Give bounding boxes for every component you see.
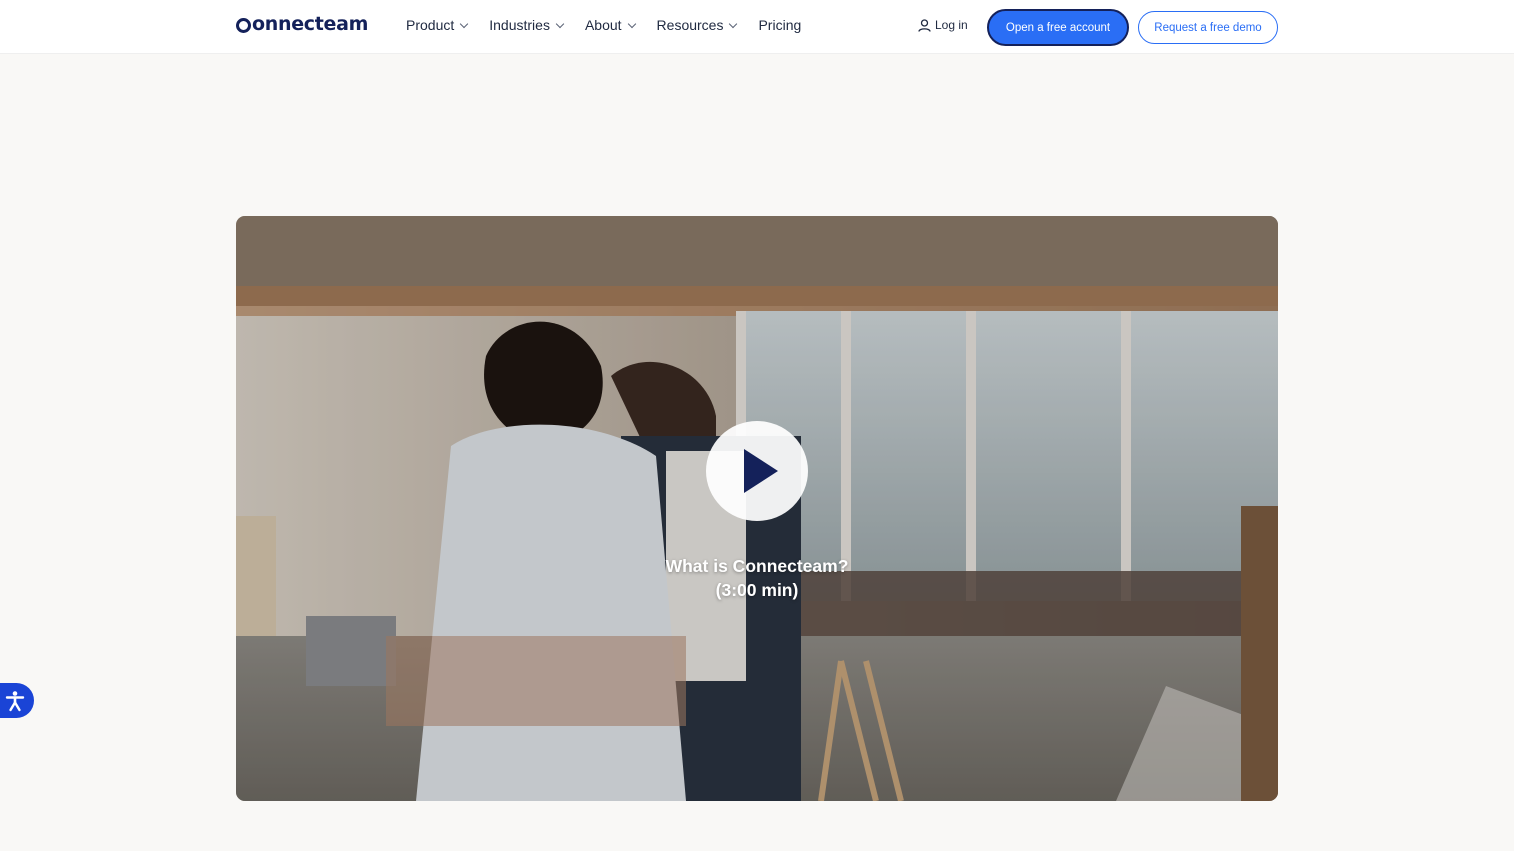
intro-video[interactable]: What is Connecteam? (3:00 min) (236, 216, 1278, 801)
connecteam-logo[interactable]: onnecteam (236, 13, 368, 35)
nav-item-about[interactable]: About (584, 17, 636, 33)
site-header: onnecteam Product Industries About Resou… (0, 0, 1514, 54)
nav-label: Product (406, 17, 455, 33)
open-free-account-button[interactable]: Open a free account (987, 9, 1129, 46)
nav-label: Resources (656, 17, 724, 33)
video-duration: (3:00 min) (715, 580, 799, 600)
nav-item-industries[interactable]: Industries (489, 17, 565, 33)
chevron-down-icon (627, 19, 636, 28)
accessibility-button[interactable] (0, 683, 34, 718)
video-title: What is Connecteam? (665, 556, 849, 576)
play-button[interactable] (706, 421, 808, 521)
nav-item-resources[interactable]: Resources (656, 17, 738, 33)
chevron-down-icon (729, 19, 738, 28)
nav-label: Industries (489, 17, 550, 33)
nav-label: Pricing (758, 17, 802, 33)
nav-label: About (584, 17, 622, 33)
chevron-down-icon (555, 19, 565, 28)
chevron-down-icon (460, 19, 469, 28)
main-nav: Product Industries About Resources Prici… (406, 17, 823, 33)
user-icon (918, 18, 931, 32)
play-icon (744, 449, 778, 493)
login-link[interactable]: Log in (918, 18, 968, 32)
accessibility-icon (5, 690, 25, 711)
login-label: Log in (935, 18, 968, 32)
logo-text: onnecteam (252, 13, 369, 35)
logo-mark (236, 18, 251, 33)
nav-item-pricing[interactable]: Pricing (758, 17, 801, 33)
nav-item-product[interactable]: Product (406, 17, 469, 33)
request-demo-button[interactable]: Request a free demo (1138, 11, 1278, 44)
